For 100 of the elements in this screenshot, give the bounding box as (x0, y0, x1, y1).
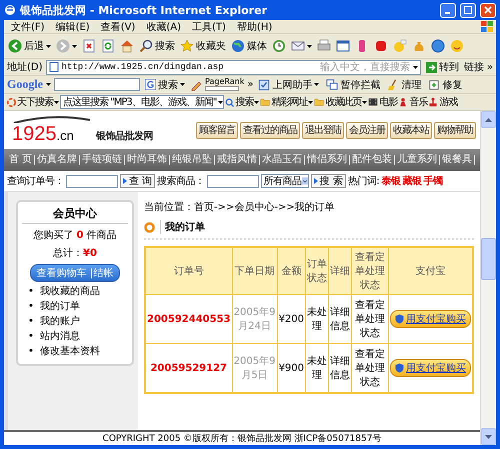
member-link[interactable]: 我的订单 (40, 301, 80, 313)
nav-link[interactable]: 仿真名牌 (35, 155, 80, 165)
hot-word-link[interactable]: 泰银 (381, 174, 400, 188)
swirl-icon (7, 98, 16, 106)
window-title: 银饰品批发网 - Microsoft Internet Explorer (20, 2, 268, 18)
nav-link[interactable]: 银餐具 (440, 155, 476, 165)
nav-link[interactable]: 儿童系列 (395, 155, 440, 165)
column-header: 金额 (277, 247, 306, 294)
menu-item[interactable]: 编辑(E) (52, 20, 94, 34)
header-button[interactable]: 退出登陆 (302, 122, 344, 138)
section-heading: 我的订单 (160, 220, 205, 234)
address-label: 地址(D) (7, 60, 43, 74)
smiley-button[interactable] (449, 39, 465, 53)
history-button[interactable] (271, 39, 287, 53)
back-button[interactable]: 后退 (7, 39, 52, 53)
table-cell: 未处理 (306, 294, 329, 344)
badge-button[interactable] (373, 39, 389, 53)
favorites-button[interactable]: 收藏夹 (179, 39, 227, 53)
nav-link[interactable]: 配件包装 (350, 155, 396, 165)
browser-e-icon (4, 4, 16, 16)
nav-link[interactable]: 手链项链 (80, 155, 126, 165)
more-chevron[interactable]: » (247, 79, 254, 90)
more-chevron[interactable]: » (486, 62, 493, 72)
media-button[interactable]: 媒体 (230, 39, 268, 53)
menu-item[interactable]: 帮助(H) (232, 20, 276, 34)
mail-button[interactable] (290, 39, 313, 53)
bullet: • (28, 346, 34, 358)
column-header: 详细 (328, 247, 352, 294)
nav-link[interactable]: 情侣系列 (305, 155, 350, 165)
member-link[interactable]: 我的账户 (40, 316, 80, 328)
folder-icon (314, 97, 324, 107)
nav-link[interactable]: 水晶玉石 (260, 155, 306, 165)
search-engine-button[interactable]: 天下搜索 (7, 95, 59, 109)
minimize-button[interactable] (440, 2, 456, 18)
menu-item[interactable]: 文件(F) (7, 20, 49, 34)
category-select[interactable]: 所有商品 (260, 174, 309, 188)
header-button[interactable]: 收藏本站 (390, 122, 432, 138)
column-header: 下单日期 (232, 247, 278, 294)
menu-item[interactable]: 收藏(A) (142, 20, 185, 34)
header-button[interactable]: 查看过的商品 (240, 122, 300, 138)
product-label: 搜索商品： (157, 174, 205, 188)
search-button[interactable]: 搜索 (138, 39, 176, 53)
print-button[interactable] (316, 39, 332, 53)
toolbar-button[interactable]: 清理 (385, 78, 424, 92)
nav-link[interactable]: 首 页 (7, 155, 36, 165)
hot-word-link[interactable]: 手镯 (423, 174, 442, 188)
google-search-field[interactable] (54, 78, 140, 91)
google-search-button[interactable]: 搜索 (143, 78, 187, 92)
toolbar-link[interactable]: 精彩网址 (260, 95, 314, 109)
toolbar-link[interactable]: 游戏 (428, 95, 458, 109)
stop-button[interactable] (81, 39, 97, 53)
joystick-icon (428, 97, 438, 107)
toolbar-link[interactable]: 收藏此页 (314, 95, 368, 109)
pay-button[interactable]: 用支付宝购买 (390, 359, 471, 377)
scroll-thumb[interactable] (481, 238, 496, 280)
toolbar-link[interactable]: 电影 (368, 95, 398, 109)
toolbar-button[interactable]: 暂停拦截 (324, 78, 382, 92)
panel-title: 会员中心 (22, 206, 128, 224)
total-text: 总计：¥0 (53, 246, 97, 260)
up-arrow-icon (485, 118, 492, 122)
query-button[interactable]: 查 询 (120, 174, 156, 188)
header-button[interactable]: 会员注册 (346, 122, 388, 138)
bullet: • (28, 331, 34, 343)
search-button[interactable]: 搜 索 (310, 174, 346, 188)
product-search-field[interactable] (206, 174, 259, 188)
envelope-icon (291, 39, 305, 53)
search-combo[interactable]: 点这里搜索 "MP3、电影、游戏、新闻" (60, 95, 224, 109)
cart-button[interactable]: 查看购物车 |结帐 (30, 264, 120, 282)
music-person-icon (398, 97, 408, 107)
table-cell: 未处理 (306, 344, 329, 393)
menu-item[interactable]: 查看(V) (96, 20, 140, 34)
go-button[interactable]: 转到 (424, 60, 461, 74)
scrollbar[interactable] (480, 111, 496, 445)
toolbar-button[interactable]: 修复 (426, 78, 464, 92)
forward-button[interactable] (55, 39, 78, 53)
address-field[interactable]: http://www.1925.cn/dingdan.asp 输入中文，直接搜索 (46, 60, 421, 74)
pay-button[interactable]: 用支付宝购买 (390, 310, 471, 328)
member-link[interactable]: 修改基本资料 (40, 346, 100, 358)
links-label[interactable]: 链接 (464, 60, 484, 74)
toolbar-link[interactable]: 音乐 (398, 95, 428, 109)
caret-icon (54, 100, 59, 104)
toolbar-button[interactable]: 上网助手 (256, 78, 322, 92)
member-link[interactable]: 站内消息 (40, 331, 80, 343)
edit-button[interactable] (335, 39, 351, 53)
globe-icon (231, 39, 245, 53)
search-button[interactable]: 搜索 (225, 95, 260, 109)
home-button[interactable] (119, 39, 135, 53)
menu-item[interactable]: 工具(T) (188, 20, 230, 34)
header-button[interactable]: 顾客留言 (196, 122, 238, 138)
refresh-button[interactable] (100, 39, 116, 53)
order-number-field[interactable] (66, 174, 118, 188)
header-button[interactable]: 购物帮助 (434, 122, 476, 138)
hot-word-link[interactable]: 藏银 (402, 174, 422, 188)
nav-link[interactable]: 戒指风情 (215, 155, 260, 165)
nav-link[interactable]: 纯银吊坠 (170, 155, 216, 165)
maximize-button[interactable] (460, 2, 476, 18)
member-link[interactable]: 我收藏的商品 (40, 286, 100, 298)
nav-link[interactable]: 时尚耳饰 (125, 155, 170, 165)
column-header: 查看定单处理状态 (352, 247, 388, 294)
close-button[interactable] (480, 2, 496, 18)
